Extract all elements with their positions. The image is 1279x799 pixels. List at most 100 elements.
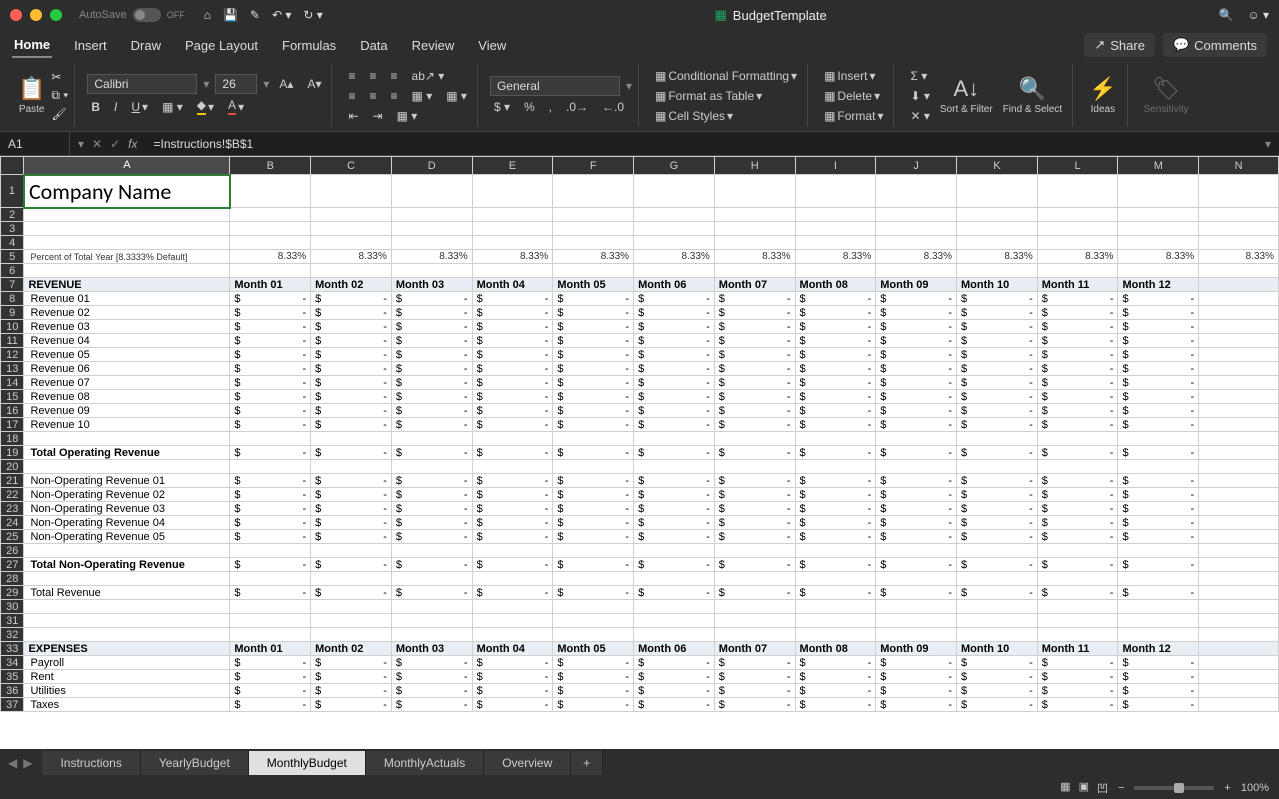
cell[interactable] — [795, 600, 876, 614]
cell[interactable]: $- — [957, 334, 1038, 348]
col-header-I[interactable]: I — [795, 157, 876, 175]
cell[interactable] — [472, 544, 553, 558]
cell[interactable]: Month 03 — [391, 642, 472, 656]
cell[interactable]: Month 03 — [391, 278, 472, 292]
cell[interactable] — [634, 264, 715, 278]
cancel-formula-icon[interactable]: ✕ — [92, 137, 102, 151]
cell[interactable] — [876, 432, 957, 446]
col-header-C[interactable]: C — [311, 157, 392, 175]
cell[interactable]: $- — [876, 558, 957, 572]
find-select-button[interactable]: 🔍Find & Select — [999, 76, 1066, 115]
cell[interactable] — [634, 600, 715, 614]
cell[interactable] — [876, 614, 957, 628]
row-header-24[interactable]: 24 — [1, 516, 24, 530]
cell[interactable]: $- — [957, 586, 1038, 600]
cell[interactable]: $- — [1037, 530, 1118, 544]
cell[interactable]: $- — [1037, 488, 1118, 502]
cell[interactable]: $- — [391, 474, 472, 488]
cell[interactable]: Revenue 03 — [24, 320, 230, 334]
cell[interactable]: $- — [391, 348, 472, 362]
cell[interactable]: $- — [634, 418, 715, 432]
cell[interactable] — [795, 222, 876, 236]
autosum-icon[interactable]: Σ ▾ — [906, 67, 933, 85]
cell[interactable]: $- — [553, 502, 634, 516]
cell[interactable]: $- — [634, 530, 715, 544]
tab-draw[interactable]: Draw — [129, 34, 163, 57]
cell[interactable]: $- — [714, 446, 795, 460]
cell[interactable]: $- — [391, 320, 472, 334]
cell[interactable]: Percent of Total Year [8.3333% Default] — [24, 250, 230, 264]
cell[interactable]: $- — [714, 348, 795, 362]
tab-page-layout[interactable]: Page Layout — [183, 34, 260, 57]
col-header-F[interactable]: F — [553, 157, 634, 175]
decrease-indent-icon[interactable]: ⇤ — [344, 107, 362, 125]
cell[interactable]: $- — [553, 446, 634, 460]
cell[interactable] — [24, 236, 230, 250]
cell[interactable] — [24, 614, 230, 628]
cell[interactable]: $- — [1118, 558, 1199, 572]
cell[interactable]: $- — [230, 390, 311, 404]
cell[interactable]: $- — [391, 334, 472, 348]
row-header-26[interactable]: 26 — [1, 544, 24, 558]
cell[interactable] — [795, 236, 876, 250]
underline-button[interactable]: U ▾ — [127, 98, 152, 116]
cell[interactable] — [714, 460, 795, 474]
cell[interactable]: $- — [714, 292, 795, 306]
cell[interactable]: $- — [876, 684, 957, 698]
cell[interactable]: 8.33% — [634, 250, 715, 264]
maximize-window[interactable] — [50, 9, 62, 21]
cell[interactable]: $- — [230, 348, 311, 362]
enter-formula-icon[interactable]: ✓ — [110, 137, 120, 151]
cell[interactable]: $- — [876, 516, 957, 530]
cell[interactable]: $- — [1037, 684, 1118, 698]
cell[interactable] — [1199, 684, 1279, 698]
cell[interactable]: Utilities — [24, 684, 230, 698]
expand-formula-bar-icon[interactable]: ▾ — [1257, 137, 1279, 151]
cell[interactable]: $- — [795, 418, 876, 432]
cell[interactable] — [391, 460, 472, 474]
font-size-select[interactable] — [215, 74, 257, 94]
cell[interactable] — [957, 628, 1038, 642]
cell[interactable] — [1199, 530, 1279, 544]
cell[interactable] — [957, 544, 1038, 558]
percent-icon[interactable]: % — [520, 98, 539, 116]
cell[interactable]: Month 06 — [634, 278, 715, 292]
cell[interactable]: $- — [230, 502, 311, 516]
cell[interactable]: $- — [957, 684, 1038, 698]
cell[interactable] — [1199, 390, 1279, 404]
cell[interactable]: $- — [714, 516, 795, 530]
cell[interactable] — [957, 236, 1038, 250]
cell[interactable]: $- — [876, 376, 957, 390]
cell[interactable] — [311, 236, 392, 250]
cell[interactable] — [1199, 236, 1279, 250]
cell[interactable]: Non-Operating Revenue 02 — [24, 488, 230, 502]
cell[interactable]: $- — [1037, 698, 1118, 712]
cell[interactable] — [472, 600, 553, 614]
cell[interactable] — [553, 460, 634, 474]
wrap-text-icon[interactable]: ▦ ▾ — [408, 87, 437, 105]
home-icon[interactable]: ⌂ — [204, 8, 211, 22]
cell[interactable]: Month 09 — [876, 642, 957, 656]
cell[interactable] — [795, 208, 876, 222]
row-header-19[interactable]: 19 — [1, 446, 24, 460]
cell[interactable] — [634, 432, 715, 446]
cell[interactable]: $- — [795, 292, 876, 306]
cell[interactable]: Revenue 05 — [24, 348, 230, 362]
cell[interactable]: $- — [311, 558, 392, 572]
cell[interactable]: $- — [391, 390, 472, 404]
cell[interactable] — [876, 460, 957, 474]
cell[interactable] — [1199, 544, 1279, 558]
worksheet-grid[interactable]: ABCDEFGHIJKLMN1Company Name2345Percent o… — [0, 156, 1279, 749]
number-format-select[interactable] — [490, 76, 620, 96]
cell[interactable]: $- — [714, 404, 795, 418]
cell[interactable]: $- — [1037, 376, 1118, 390]
cell[interactable]: $- — [1118, 404, 1199, 418]
cell[interactable]: $- — [391, 502, 472, 516]
cell[interactable]: $- — [957, 670, 1038, 684]
row-header-25[interactable]: 25 — [1, 530, 24, 544]
merge-icon[interactable]: ▦ ▾ — [442, 87, 471, 105]
cell[interactable]: $- — [1118, 684, 1199, 698]
cell[interactable] — [795, 628, 876, 642]
cell[interactable] — [876, 572, 957, 586]
row-header-1[interactable]: 1 — [1, 175, 24, 208]
